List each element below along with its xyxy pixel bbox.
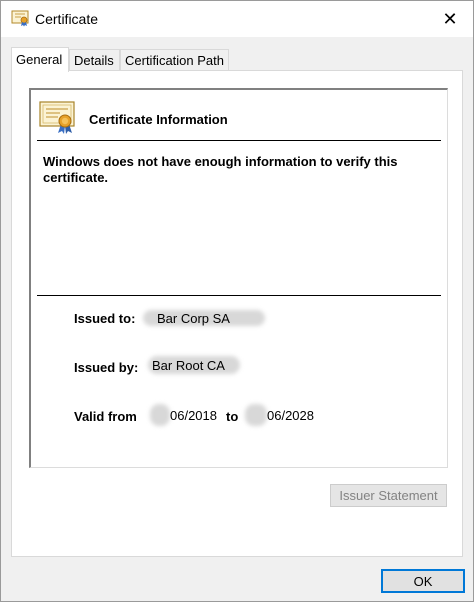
tab-details[interactable]: Details	[69, 49, 120, 70]
title-bar: Certificate ✕	[1, 1, 473, 37]
divider	[37, 140, 441, 141]
certificate-icon	[11, 10, 29, 27]
ok-button[interactable]: OK	[381, 569, 465, 593]
tab-certification-path[interactable]: Certification Path	[120, 49, 229, 70]
window-title: Certificate	[35, 11, 99, 27]
certificate-icon	[39, 101, 75, 134]
certificate-dialog: Certificate ✕ General Details Certificat…	[0, 0, 474, 602]
issued-by-label: Issued by:	[74, 360, 139, 375]
close-button[interactable]: ✕	[427, 1, 473, 37]
redaction	[150, 404, 170, 426]
redaction	[245, 404, 267, 426]
verification-warning: Windows does not have enough information…	[43, 154, 398, 185]
valid-to-label: to	[226, 409, 239, 424]
issued-by-value: Bar Root CA	[152, 358, 225, 373]
valid-from-value: 06/2018	[170, 408, 217, 423]
valid-to-value: 06/2028	[267, 408, 314, 423]
divider	[37, 295, 441, 296]
issued-to-value: Bar Corp SA	[157, 311, 230, 326]
issued-to-label: Issued to:	[74, 311, 136, 326]
valid-from-label: Valid from	[74, 409, 137, 424]
section-title: Certificate Information	[89, 112, 228, 127]
tab-general[interactable]: General	[11, 47, 69, 72]
issuer-statement-button[interactable]: Issuer Statement	[330, 484, 447, 507]
certificate-information-box: Certificate Information Windows does not…	[29, 88, 448, 468]
close-icon: ✕	[442, 8, 458, 29]
